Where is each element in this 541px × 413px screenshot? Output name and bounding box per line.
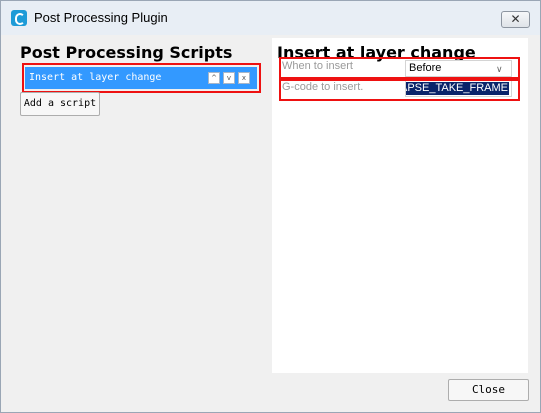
title-bar: Post Processing Plugin ✕: [1, 1, 540, 35]
close-icon: ✕: [510, 12, 521, 26]
highlight-box: [22, 63, 261, 93]
window-title: Post Processing Plugin: [34, 10, 168, 25]
scripts-heading: Post Processing Scripts: [20, 43, 233, 62]
close-button[interactable]: Close: [448, 379, 529, 401]
post-processing-dialog: Post Processing Plugin ✕ Post Processing…: [0, 0, 541, 413]
highlight-box: [279, 79, 520, 101]
cura-logo-icon: [11, 10, 27, 26]
window-close-button[interactable]: ✕: [501, 11, 530, 28]
add-script-button[interactable]: Add a script: [20, 92, 100, 116]
highlight-box: [279, 57, 520, 79]
